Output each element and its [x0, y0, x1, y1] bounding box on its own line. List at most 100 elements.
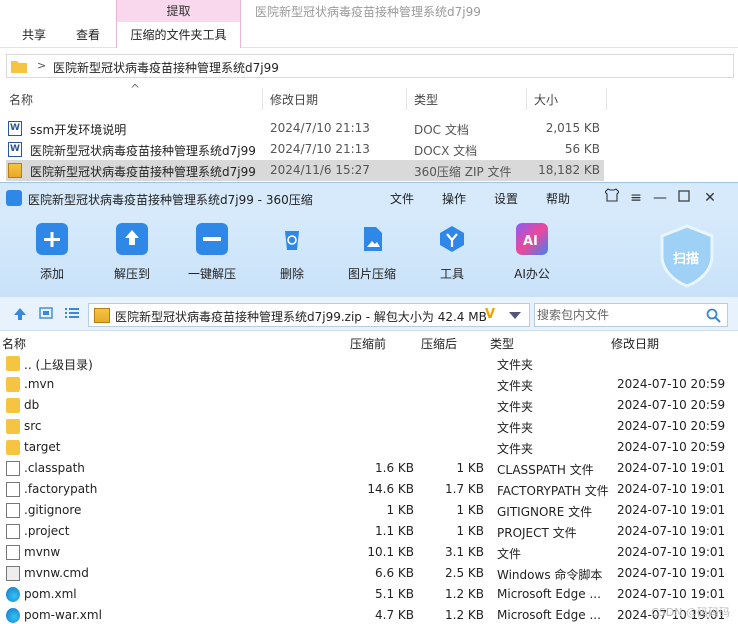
- search-icon[interactable]: [706, 308, 721, 323]
- menu-file[interactable]: 文件: [390, 190, 414, 207]
- menu-help[interactable]: 帮助: [546, 190, 570, 207]
- table-row[interactable]: mvnw.cmd 6.6 KB 2.5 KB Windows 命令脚本 2024-07-…: [0, 563, 738, 584]
- maximize-icon[interactable]: [674, 188, 694, 208]
- entry-size-after: 3.1 KB: [445, 545, 484, 559]
- extract-to-button[interactable]: 解压到: [94, 223, 170, 289]
- tab-view[interactable]: 查看: [64, 22, 112, 48]
- column-type[interactable]: 类型: [414, 91, 438, 108]
- search-input[interactable]: [537, 306, 701, 324]
- entry-name: .mvn: [24, 377, 55, 391]
- one-click-extract-icon: [196, 223, 228, 255]
- entry-type: FACTORYPATH 文件: [497, 484, 609, 498]
- chevron-right-icon[interactable]: >: [37, 59, 46, 72]
- table-row[interactable]: src 文件夹 2024-07-10 20:59: [0, 416, 738, 437]
- table-row[interactable]: mvnw 10.1 KB 3.1 KB 文件 2024-07-10 19:01: [0, 542, 738, 563]
- chevron-down-icon[interactable]: [509, 312, 521, 319]
- context-group-extract[interactable]: 提取: [116, 0, 241, 22]
- entry-type: 文件夹: [497, 400, 534, 414]
- search-box[interactable]: [534, 303, 728, 327]
- minimize-icon[interactable]: —: [650, 188, 670, 208]
- column-name[interactable]: 名称: [9, 91, 33, 108]
- tools-button[interactable]: 工具: [414, 223, 490, 289]
- entry-name: .project: [24, 524, 70, 538]
- entry-size-after: 1.2 KB: [445, 608, 484, 622]
- cmd-script-icon: [6, 566, 20, 581]
- archive-path-box[interactable]: 医院新型冠状病毒疫苗接种管理系统d7j99.zip - 解包大小为 42.4 M…: [88, 303, 530, 327]
- folder-icon: [6, 419, 20, 434]
- column-size-before[interactable]: 压缩前: [350, 335, 386, 352]
- image-compress-icon: [356, 223, 388, 255]
- delete-button[interactable]: 删除: [254, 223, 330, 289]
- tools-icon: [436, 223, 468, 255]
- table-row[interactable]: db 文件夹 2024-07-10 20:59: [0, 395, 738, 416]
- list-item[interactable]: W ssm开发环境说明 2024/7/10 21:13 DOC 文档 2,015…: [6, 118, 604, 139]
- table-row[interactable]: .project 1.1 KB 1 KB PROJECT 文件 2024-07-10 1…: [0, 521, 738, 542]
- entry-date: 2024-07-10 20:59: [617, 377, 726, 391]
- column-size-after[interactable]: 压缩后: [421, 335, 457, 352]
- scan-shield-icon: 扫描: [660, 224, 714, 288]
- list-view-icon[interactable]: [64, 307, 80, 321]
- table-row[interactable]: pom.xml 5.1 KB 1.2 KB Microsoft Edge ... 202…: [0, 584, 738, 605]
- entry-date: 2024-07-10 20:59: [617, 419, 726, 433]
- delete-icon: [276, 223, 308, 255]
- close-icon[interactable]: ✕: [700, 188, 720, 208]
- file-icon: [6, 545, 20, 560]
- image-compress-button[interactable]: 图片压缩: [334, 223, 410, 289]
- entry-size-before: 14.6 KB: [367, 482, 414, 496]
- entry-size-after: 1.7 KB: [445, 482, 484, 496]
- menu-operate[interactable]: 操作: [442, 190, 466, 207]
- ai-office-button[interactable]: AI AI办公: [494, 223, 570, 289]
- entry-size-before: 4.7 KB: [375, 608, 414, 622]
- table-row[interactable]: .gitignore 1 KB 1 KB GITIGNORE 文件 2024-07-10…: [0, 500, 738, 521]
- table-row[interactable]: .classpath 1.6 KB 1 KB CLASSPATH 文件 2024-07-…: [0, 458, 738, 479]
- explorer-ribbon: 提取 共享 查看 压缩的文件夹工具 医院新型冠状病毒疫苗接种管理系统d7j99: [0, 0, 738, 48]
- table-row[interactable]: .factorypath 14.6 KB 1.7 KB FACTORYPATH 文件 2…: [0, 479, 738, 500]
- check-mark-icon: V: [485, 307, 496, 322]
- entry-size-before: 5.1 KB: [375, 587, 414, 601]
- entry-type: Microsoft Edge ...: [497, 587, 601, 601]
- tab-share[interactable]: 共享: [12, 22, 56, 48]
- entry-date: 2024-07-10 20:59: [617, 440, 726, 454]
- address-bar[interactable]: > 医院新型冠状病毒疫苗接种管理系统d7j99: [6, 54, 734, 78]
- entry-name: .. (上级目录): [24, 358, 93, 372]
- archive-path-text: 医院新型冠状病毒疫苗接种管理系统d7j99.zip - 解包大小为 42.4 M…: [115, 310, 487, 324]
- tab-compressed-folder-tools[interactable]: 压缩的文件夹工具: [116, 22, 241, 48]
- table-row[interactable]: target 文件夹 2024-07-10 20:59: [0, 437, 738, 458]
- file-icon: [6, 524, 20, 539]
- entry-date: 2024-07-10 19:01: [617, 503, 726, 517]
- menu-lines-icon[interactable]: ≡: [626, 188, 646, 208]
- entry-size-after: 1 KB: [456, 461, 484, 475]
- file-icon: [6, 482, 20, 497]
- scan-button[interactable]: 扫描: [656, 223, 718, 289]
- table-row[interactable]: pom-war.xml 4.7 KB 1.2 KB Microsoft Edge ..…: [0, 605, 738, 624]
- column-type[interactable]: 类型: [490, 335, 514, 352]
- zip-archive-icon: [8, 163, 22, 178]
- folder-icon: [11, 61, 27, 73]
- skin-icon[interactable]: [602, 188, 622, 208]
- column-date[interactable]: 修改日期: [270, 91, 318, 108]
- column-name[interactable]: 名称: [2, 335, 26, 352]
- add-button[interactable]: 添加: [14, 223, 90, 289]
- address-path[interactable]: 医院新型冠状病毒疫苗接种管理系统d7j99: [53, 59, 279, 76]
- entry-size-after: 2.5 KB: [445, 566, 484, 580]
- one-click-extract-button[interactable]: 一键解压: [174, 223, 250, 289]
- list-item[interactable]: W 医院新型冠状病毒疫苗接种管理系统d7j99 2024/7/10 21:13 …: [6, 139, 604, 160]
- column-date[interactable]: 修改日期: [611, 335, 659, 352]
- entry-name: mvnw.cmd: [24, 566, 89, 580]
- entry-type: 文件夹: [497, 358, 534, 372]
- menu-settings[interactable]: 设置: [494, 190, 518, 207]
- thumbnail-view-icon[interactable]: [38, 307, 54, 321]
- entry-size-after: 1 KB: [456, 503, 484, 517]
- table-row[interactable]: .. (上级目录) 文件夹: [0, 353, 738, 374]
- entry-name: pom-war.xml: [24, 608, 102, 622]
- zip-titlebar[interactable]: 医院新型冠状病毒疫苗接种管理系统d7j99 - 360压缩 文件 操作 设置 帮…: [0, 183, 738, 213]
- entry-name: src: [24, 419, 42, 433]
- zip-nav-bar: 医院新型冠状病毒疫苗接种管理系统d7j99.zip - 解包大小为 42.4 M…: [0, 297, 738, 331]
- list-item-selected[interactable]: 医院新型冠状病毒疫苗接种管理系统d7j99 2024/11/6 15:27 36…: [6, 160, 604, 181]
- table-row[interactable]: .mvn 文件夹 2024-07-10 20:59: [0, 374, 738, 395]
- entry-size-before: 1 KB: [386, 503, 414, 517]
- entry-name: mvnw: [24, 545, 61, 559]
- entry-date: 2024-07-10 20:59: [617, 398, 726, 412]
- up-arrow-icon[interactable]: [12, 307, 28, 321]
- column-size[interactable]: 大小: [534, 91, 558, 108]
